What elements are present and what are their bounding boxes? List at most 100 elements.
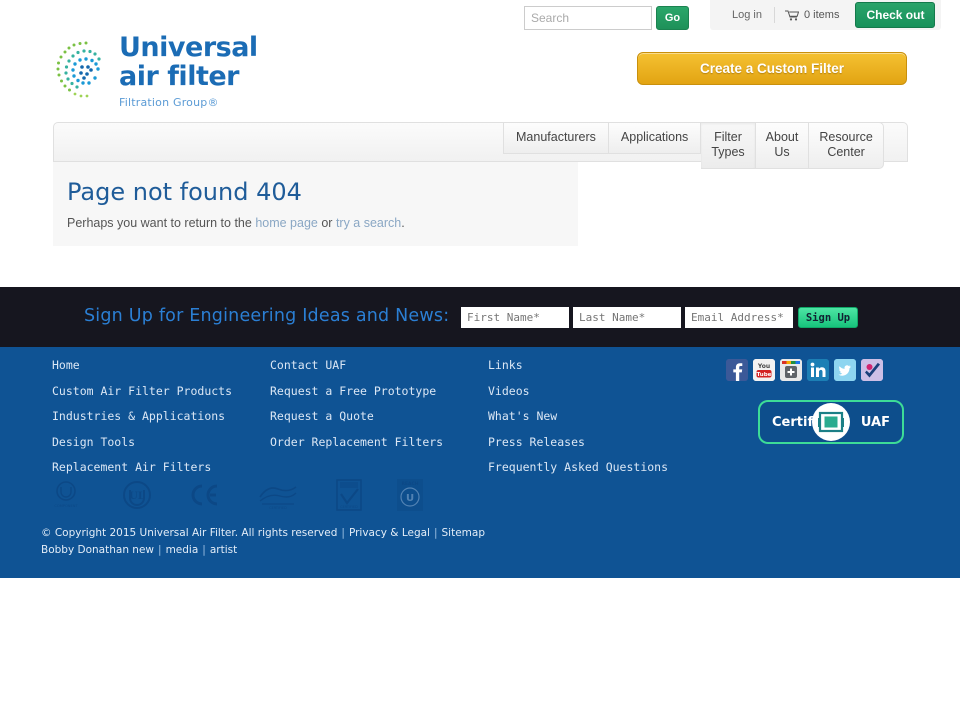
footer-column-1: Home Custom Air Filter Products Industri… (52, 358, 270, 486)
nav-item-resource-center[interactable]: Resource Center (809, 122, 884, 169)
svg-text:CERTIFIED: CERTIFIED (269, 506, 287, 510)
nav-item-applications[interactable]: Applications (608, 122, 702, 154)
login-link[interactable]: Log in (720, 9, 774, 21)
footer-link-columns: Home Custom Air Filter Products Industri… (52, 358, 718, 486)
search-go-button[interactable]: Go (656, 6, 689, 30)
newsletter-signup-button[interactable]: Sign Up (798, 307, 858, 328)
error-message: Perhaps you want to return to the home p… (67, 216, 564, 230)
nav-label-line1: Resource (819, 130, 873, 144)
nav-label-line2: Types (711, 145, 745, 159)
credit-artist-link[interactable]: artist (210, 544, 237, 556)
legal-line-1: © Copyright 2015 Universal Air Filter. A… (41, 525, 485, 542)
svg-text:Tube: Tube (757, 372, 772, 378)
sitemap-link[interactable]: Sitemap (442, 527, 486, 539)
create-custom-filter-button[interactable]: Create a Custom Filter (637, 52, 907, 85)
check-icon[interactable] (861, 359, 883, 381)
nav-label-line2: Us (774, 145, 790, 159)
footer-link-links[interactable]: Links (488, 358, 718, 372)
nav-item-filter-types[interactable]: Filter Types (701, 122, 756, 169)
footer-link-industries-applications[interactable]: Industries & Applications (52, 409, 270, 423)
search-input[interactable] (524, 6, 652, 30)
footer-link-request-a-free-prototype[interactable]: Request a Free Prototype (270, 384, 488, 398)
footer-link-replacement-air-filters[interactable]: Replacement Air Filters (52, 460, 270, 474)
facebook-icon[interactable] (726, 359, 748, 381)
page-title: Page not found 404 (67, 178, 302, 206)
separator: | (433, 527, 438, 539)
ul-listed-icon: UL (120, 479, 154, 514)
privacy-legal-link[interactable]: Privacy & Legal (349, 527, 430, 539)
newsletter-form: Sign Up (461, 307, 858, 328)
nav-label-line1: Filter (714, 130, 742, 144)
footer-link-whats-new[interactable]: What's New (488, 409, 718, 423)
wave-seal-icon: CERTIFIED (254, 479, 302, 514)
search-form: Go (524, 6, 689, 30)
last-name-input[interactable] (573, 307, 681, 328)
page-root: Go Log in 0 items Check out (0, 0, 960, 720)
svg-text:COMPONENT: COMPONENT (54, 504, 78, 508)
nav-label-line1: About (765, 130, 799, 144)
credit-media-link[interactable]: media (166, 544, 199, 556)
checkmark-seal-icon: CERTIFIED (334, 478, 364, 515)
youtube-icon[interactable]: You Tube (753, 359, 775, 381)
checkout-button[interactable]: Check out (855, 2, 936, 28)
logo-wordmark: Universal air filter Filtration Group® (119, 34, 258, 109)
footer-link-frequently-asked-questions[interactable]: Frequently Asked Questions (488, 460, 718, 474)
linkedin-icon[interactable] (807, 359, 829, 381)
footer-link-design-tools[interactable]: Design Tools (52, 435, 270, 449)
logo-line-2: air filter (119, 61, 239, 92)
site-logo[interactable]: Universal air filter Filtration Group® (53, 34, 313, 109)
svg-text:REACH: REACH (401, 481, 418, 487)
try-a-search-link[interactable]: try a search (336, 216, 401, 230)
error-text-middle: or (317, 216, 336, 230)
legal-line-2: Bobby Donathan new | media | artist (41, 542, 485, 559)
nav-label-line1: Manufacturers (516, 130, 596, 144)
nav-item-about-us[interactable]: About Us (755, 122, 810, 169)
footer-link-request-a-quote[interactable]: Request a Quote (270, 409, 488, 423)
svg-text:U: U (406, 493, 414, 504)
cart-count-label: 0 items (803, 9, 840, 21)
legal-footer: © Copyright 2015 Universal Air Filter. A… (41, 525, 485, 559)
nav-label-line2: Center (827, 145, 865, 159)
home-page-link[interactable]: home page (255, 216, 318, 230)
footer-link-contact-uaf[interactable]: Contact UAF (270, 358, 488, 372)
reach-icon: REACH U (396, 478, 424, 515)
logo-swirl-icon (53, 36, 115, 102)
content-panel: Page not found 404 Perhaps you want to r… (53, 162, 578, 246)
email-address-input[interactable] (685, 307, 793, 328)
utility-bar: Go Log in 0 items Check out (0, 0, 960, 36)
social-media-links: You Tube (726, 359, 883, 381)
logo-line-1: Universal (119, 32, 258, 63)
footer-link-home[interactable]: Home (52, 358, 270, 372)
separator: | (341, 527, 345, 539)
newsletter-heading: Sign Up for Engineering Ideas and News: (84, 306, 450, 326)
separator: | (158, 544, 162, 556)
first-name-input[interactable] (461, 307, 569, 328)
badge-label-uaf: UAF (860, 414, 890, 430)
certification-logos: COMPONENT UL CERTIFIED CERTIFIED REACH U (44, 478, 424, 515)
footer-column-2: Contact UAF Request a Free Prototype Req… (270, 358, 488, 486)
svg-text:CERTIFIED: CERTIFIED (340, 505, 358, 509)
footer-link-order-replacement-filters[interactable]: Order Replacement Filters (270, 435, 488, 449)
certified-uaf-badge: Certified UAF (758, 400, 904, 444)
footer-link-videos[interactable]: Videos (488, 384, 718, 398)
footer-link-press-releases[interactable]: Press Releases (488, 435, 718, 449)
footer-link-custom-air-filter-products[interactable]: Custom Air Filter Products (52, 384, 270, 398)
account-bar: Log in 0 items Check out (710, 0, 942, 30)
ul-recognized-icon: COMPONENT (44, 479, 88, 514)
error-text-after: . (401, 216, 405, 230)
googleplus-icon[interactable] (780, 359, 802, 381)
twitter-icon[interactable] (834, 359, 856, 381)
footer-column-3: Links Videos What's New Press Releases F… (488, 358, 718, 486)
ce-mark-icon (186, 482, 222, 511)
logo-tagline: Filtration Group® (119, 96, 219, 109)
nav-label-line1: Applications (620, 130, 689, 144)
svg-text:You: You (757, 363, 770, 370)
cart-link[interactable]: 0 items (775, 9, 849, 21)
nav-item-manufacturers[interactable]: Manufacturers (503, 122, 609, 154)
uaf-mark-icon (812, 403, 850, 441)
svg-text:UL: UL (129, 491, 145, 502)
copyright-text: © Copyright 2015 Universal Air Filter. A… (41, 527, 338, 539)
error-text-before: Perhaps you want to return to the (67, 216, 256, 230)
separator: | (202, 544, 206, 556)
credit-name-link[interactable]: Bobby Donathan new (41, 544, 154, 556)
